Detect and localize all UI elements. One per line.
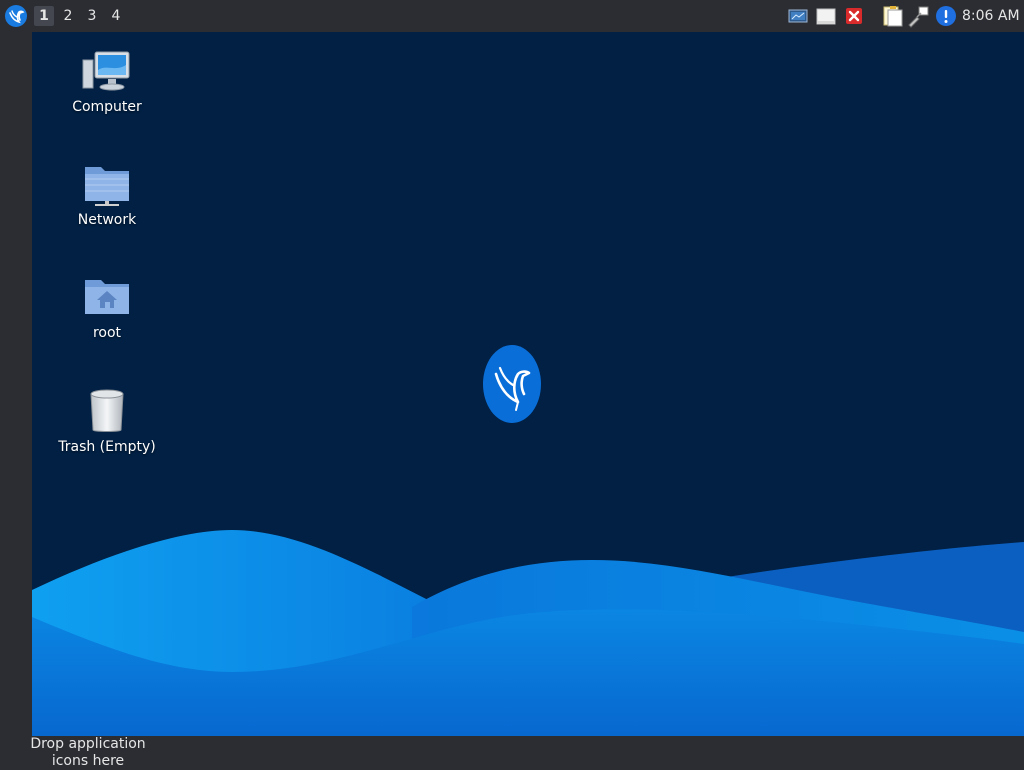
desktop-icon-root[interactable]: root (52, 276, 162, 342)
desktop-icon-label: Trash (Empty) (58, 439, 156, 455)
network-folder-icon (85, 167, 129, 206)
close-error-icon[interactable] (842, 4, 866, 28)
bottom-panel: Drop application icons here (0, 736, 1024, 769)
workspace-3-button[interactable]: 3 (82, 6, 102, 26)
pen-tablet-icon[interactable] (906, 4, 930, 28)
desktop-icon-label: Computer (72, 99, 142, 115)
trash-icon (90, 389, 124, 432)
clock[interactable]: 8:06 AM (962, 6, 1022, 26)
clipboard-blank-icon[interactable] (814, 4, 838, 28)
info-alert-icon[interactable] (934, 4, 958, 28)
workspace-2-button[interactable]: 2 (58, 6, 78, 26)
notes-icon[interactable] (880, 4, 904, 28)
app-menu-button[interactable] (4, 4, 28, 28)
desktop-icon-computer[interactable]: Computer (52, 50, 162, 116)
workspace-1-button[interactable]: 1 (34, 6, 54, 26)
network-display-icon[interactable] (786, 4, 810, 28)
top-panel: 1 2 3 4 8:06 AM (0, 0, 1024, 32)
quicklaunch-drop-hint: Drop application icons here (30, 736, 146, 769)
desktop-icon-network[interactable]: Network (52, 163, 162, 229)
desktop-icon-label: root (92, 325, 122, 341)
desktop[interactable]: Computer Network root Trash (Empty) (32, 32, 1024, 736)
computer-icon (82, 51, 130, 91)
home-folder-icon (85, 280, 129, 314)
left-panel (0, 32, 32, 736)
workspace-4-button[interactable]: 4 (106, 6, 126, 26)
hummingbird-logo-icon (482, 344, 542, 428)
lxqt-bird-icon (5, 5, 27, 27)
desktop-icon-label: Network (77, 212, 137, 228)
desktop-icon-trash[interactable]: Trash (Empty) (52, 388, 162, 456)
